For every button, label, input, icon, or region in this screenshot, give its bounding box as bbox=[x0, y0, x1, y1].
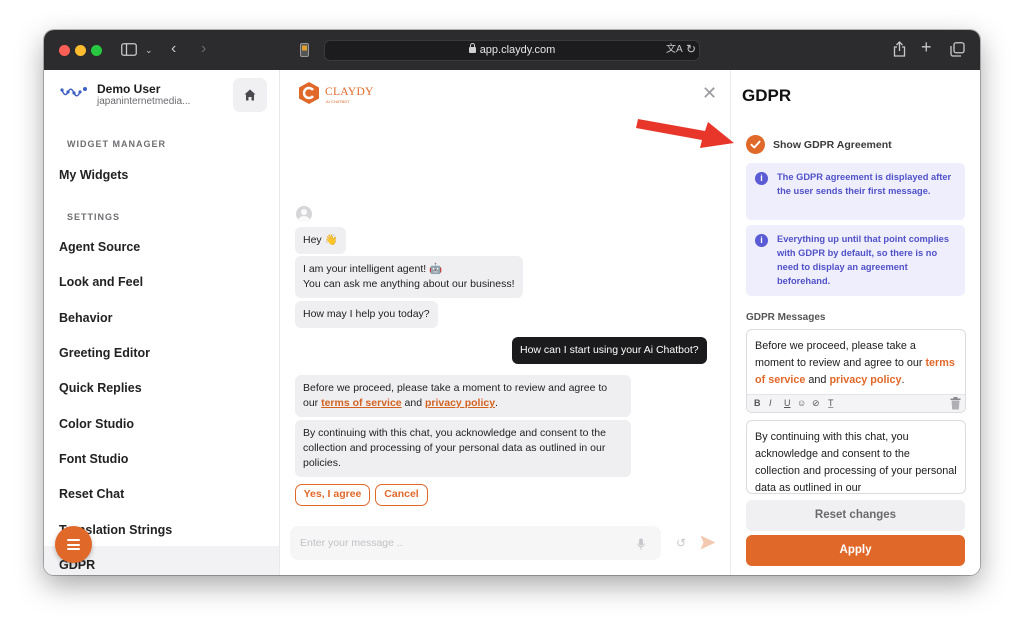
gdpr-settings-panel: GDPR Show GDPR Agreement i The GDPR agre… bbox=[730, 70, 980, 575]
terms-of-service-link[interactable]: terms of service bbox=[321, 397, 402, 409]
gdpr-message-editor[interactable]: Before we proceed, please take a moment … bbox=[746, 329, 966, 413]
gdpr-message-text[interactable]: Before we proceed, please take a moment … bbox=[747, 330, 965, 389]
bold-button[interactable]: B bbox=[754, 398, 761, 409]
bot-avatar bbox=[296, 206, 312, 222]
show-gdpr-label[interactable]: Show GDPR Agreement bbox=[773, 139, 892, 151]
browser-window: ⌄ ‹ › app.claydy.com 文A ↻ + Demo User ja… bbox=[44, 30, 980, 575]
sidebar-item-agent-source[interactable]: Agent Source bbox=[59, 240, 140, 254]
gdpr-message-editor[interactable]: By continuing with this chat, you acknow… bbox=[746, 420, 966, 494]
sidebar-item-color-studio[interactable]: Color Studio bbox=[59, 417, 134, 431]
cancel-button[interactable]: Cancel bbox=[375, 484, 428, 506]
info-box: i The GDPR agreement is displayed after … bbox=[746, 163, 965, 220]
microphone-icon[interactable] bbox=[637, 537, 645, 555]
info-icon: i bbox=[755, 172, 768, 185]
reset-changes-button[interactable]: Reset changes bbox=[746, 500, 965, 531]
brand-logo: CLAYDY AI CHATBOT bbox=[298, 81, 388, 107]
back-icon[interactable]: ‹ bbox=[171, 41, 176, 57]
bot-message: How may I help you today? bbox=[295, 301, 438, 328]
brand-name: CLAYDY bbox=[325, 86, 374, 98]
info-icon: i bbox=[755, 234, 768, 247]
zoom-window-button[interactable] bbox=[91, 45, 102, 56]
lock-icon bbox=[468, 43, 476, 53]
sidebar: Demo User japaninternetmedia... WIDGET M… bbox=[44, 70, 280, 575]
translate-icon[interactable]: 文A bbox=[666, 43, 683, 57]
new-tab-icon[interactable]: + bbox=[921, 38, 932, 56]
sidebar-item-quick-replies[interactable]: Quick Replies bbox=[59, 381, 142, 395]
browser-toolbar: ⌄ ‹ › app.claydy.com 文A ↻ + bbox=[44, 30, 980, 70]
sidebar-item-look-and-feel[interactable]: Look and Feel bbox=[59, 275, 143, 289]
yes-agree-button[interactable]: Yes, I agree bbox=[295, 484, 370, 506]
home-icon bbox=[244, 89, 256, 101]
forward-icon[interactable]: › bbox=[201, 41, 206, 57]
undo-icon[interactable]: ↺ bbox=[676, 537, 686, 549]
sidebar-item-my-widgets[interactable]: My Widgets bbox=[59, 168, 128, 182]
privacy-policy-link[interactable]: privacy policy bbox=[829, 374, 901, 386]
close-icon[interactable]: ✕ bbox=[702, 84, 717, 102]
trash-icon[interactable] bbox=[950, 397, 961, 412]
info-box: i Everything up until that point complie… bbox=[746, 225, 965, 296]
privacy-policy-link[interactable]: privacy policy bbox=[425, 397, 495, 409]
section-label-widget-manager: WIDGET MANAGER bbox=[67, 139, 166, 149]
info-text: Everything up until that point complies … bbox=[777, 234, 949, 286]
user-name: Demo User bbox=[97, 82, 161, 96]
italic-button[interactable]: I bbox=[769, 398, 772, 409]
company-logo-icon bbox=[60, 87, 87, 97]
gdpr-message-text[interactable]: By continuing with this chat, you acknow… bbox=[747, 421, 965, 493]
emoji-icon[interactable]: ☺ bbox=[797, 398, 806, 409]
home-button[interactable] bbox=[233, 78, 267, 112]
minimize-window-button[interactable] bbox=[75, 45, 86, 56]
close-window-button[interactable] bbox=[59, 45, 70, 56]
send-icon[interactable] bbox=[700, 535, 716, 555]
link-icon[interactable]: ⊘ bbox=[812, 398, 820, 409]
user-message: How can I start using your Ai Chatbot? bbox=[512, 337, 707, 364]
message-input[interactable] bbox=[290, 526, 661, 560]
address-bar[interactable]: app.claydy.com bbox=[324, 40, 700, 61]
page-title: GDPR bbox=[742, 86, 792, 105]
bot-message: I am your intelligent agent! 🤖 You can a… bbox=[295, 256, 523, 298]
sidebar-item-greeting-editor[interactable]: Greeting Editor bbox=[59, 346, 150, 360]
apply-button[interactable]: Apply bbox=[746, 535, 965, 566]
chevron-down-icon[interactable]: ⌄ bbox=[145, 43, 153, 57]
bot-message: Hey 👋 bbox=[295, 227, 346, 254]
bot-message: By continuing with this chat, you acknow… bbox=[295, 420, 631, 477]
sidebar-item-behavior[interactable]: Behavior bbox=[59, 311, 113, 325]
checkmark-icon bbox=[750, 140, 761, 149]
annotation-arrow-icon bbox=[636, 119, 734, 148]
user-email: japaninternetmedia... bbox=[97, 96, 191, 107]
tab-overview-icon[interactable] bbox=[950, 42, 965, 59]
clear-format-icon[interactable]: T̲ bbox=[828, 398, 834, 409]
share-icon[interactable] bbox=[893, 41, 906, 59]
editor-toolbar: B I U ☺ ⊘ T̲ bbox=[747, 394, 965, 412]
underline-button[interactable]: U bbox=[784, 398, 791, 409]
gdpr-messages-label: GDPR Messages bbox=[746, 312, 826, 323]
hamburger-icon bbox=[67, 539, 80, 541]
brand-subtitle: AI CHATBOT bbox=[326, 99, 350, 104]
favicon-icon bbox=[300, 43, 309, 59]
sidebar-item-reset-chat[interactable]: Reset Chat bbox=[59, 487, 124, 501]
reload-icon[interactable]: ↻ bbox=[686, 42, 696, 56]
claydy-logo-icon bbox=[299, 82, 319, 104]
show-gdpr-checkbox[interactable] bbox=[746, 135, 765, 154]
page-content: Demo User japaninternetmedia... WIDGET M… bbox=[44, 70, 980, 575]
sidebar-toggle-icon[interactable] bbox=[121, 43, 137, 58]
sidebar-item-font-studio[interactable]: Font Studio bbox=[59, 452, 128, 466]
bot-message: Before we proceed, please take a moment … bbox=[295, 375, 631, 417]
menu-fab-button[interactable] bbox=[55, 526, 92, 563]
info-text: The GDPR agreement is displayed after th… bbox=[777, 172, 952, 196]
url-text: app.claydy.com bbox=[479, 44, 556, 56]
section-label-settings: SETTINGS bbox=[67, 212, 121, 222]
